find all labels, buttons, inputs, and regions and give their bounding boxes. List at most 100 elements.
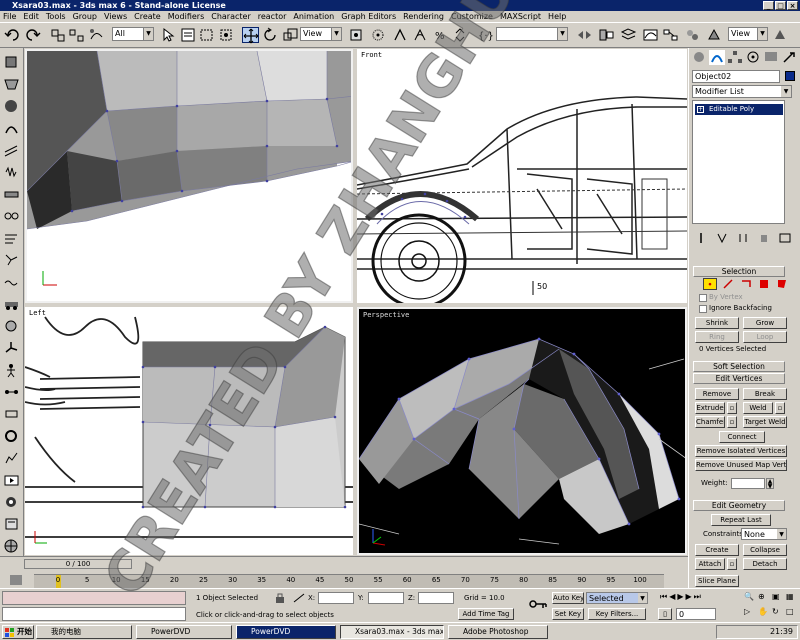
polygon-mode-icon[interactable] xyxy=(757,278,771,290)
percent-snap-icon[interactable]: % xyxy=(432,27,449,43)
weight-spinner[interactable]: ▲ ▼ xyxy=(766,478,774,490)
taskbar-item-3ds-max[interactable]: Xsara03.max - 3ds max ... xyxy=(340,625,444,639)
weld-settings-icon[interactable]: ▫ xyxy=(775,402,785,414)
zoom-all-icon[interactable]: ⊕ xyxy=(758,592,770,605)
key-mode-dropdown[interactable]: Selected ▼ xyxy=(586,592,648,604)
select-and-manipulate-icon[interactable] xyxy=(370,27,387,43)
reactor-prismatic-icon[interactable] xyxy=(3,406,20,422)
field-of-view-icon[interactable]: ▷ xyxy=(744,607,756,620)
taskbar-item-powerdvd-2[interactable]: PowerDVD xyxy=(236,625,336,639)
select-object-icon[interactable] xyxy=(160,27,177,43)
by-vertex-checkbox[interactable] xyxy=(699,294,707,302)
show-end-result-icon[interactable] xyxy=(716,232,728,244)
next-frame-icon[interactable]: ▶ xyxy=(686,592,692,604)
reactor-motor-icon[interactable] xyxy=(3,318,20,334)
reactor-world-icon[interactable] xyxy=(3,538,20,554)
motion-tab-icon[interactable] xyxy=(745,50,761,65)
front-viewport[interactable]: 50 Front xyxy=(357,49,687,303)
pan-icon[interactable]: ✋ xyxy=(758,607,770,620)
connect-button[interactable]: Connect xyxy=(719,431,765,443)
menu-tools[interactable]: Tools xyxy=(46,12,66,21)
unlink-icon[interactable] xyxy=(68,27,85,43)
hierarchy-tab-icon[interactable] xyxy=(727,50,743,65)
zoom-extents-icon[interactable]: ▣ xyxy=(772,592,784,605)
time-slider[interactable]: 0 / 100 xyxy=(24,559,132,569)
modify-tab-icon[interactable] xyxy=(709,50,725,65)
menu-customize[interactable]: Customize xyxy=(451,12,493,21)
selection-rollout-header[interactable]: Selection xyxy=(693,266,785,277)
reactor-preview-icon[interactable] xyxy=(3,472,20,488)
attach-button[interactable]: Attach xyxy=(695,558,725,570)
target-weld-button[interactable]: Target Weld xyxy=(743,416,787,428)
reactor-fracture-icon[interactable] xyxy=(3,252,20,268)
menu-create[interactable]: Create xyxy=(134,12,161,21)
utilities-tab-icon[interactable] xyxy=(781,50,797,65)
constraints-dropdown[interactable]: None ▼ xyxy=(741,528,787,540)
viewport-label[interactable]: Front xyxy=(361,51,382,59)
modifier-list-dropdown[interactable]: Modifier List ▼ xyxy=(692,85,792,98)
auto-key-button[interactable]: Auto Key xyxy=(552,592,584,604)
reference-coordinate-dropdown[interactable]: View ▼ xyxy=(300,27,342,41)
rectangular-selection-icon[interactable] xyxy=(198,27,215,43)
ring-button[interactable]: Ring xyxy=(695,331,739,343)
menu-views[interactable]: Views xyxy=(104,12,127,21)
current-frame-field[interactable]: 0 xyxy=(676,608,716,620)
reactor-water-icon[interactable] xyxy=(3,274,20,290)
menu-modifiers[interactable]: Modifiers xyxy=(168,12,205,21)
go-to-start-icon[interactable]: ⏮ xyxy=(660,592,667,604)
bind-space-warp-icon[interactable] xyxy=(88,27,105,43)
align-icon[interactable] xyxy=(598,27,615,43)
layer-manager-icon[interactable] xyxy=(620,27,637,43)
x-coordinate-field[interactable] xyxy=(318,592,354,604)
named-selection-dropdown[interactable]: ▼ xyxy=(496,27,568,41)
redo-icon[interactable] xyxy=(24,27,41,43)
repeat-last-button[interactable]: Repeat Last xyxy=(711,514,771,526)
reactor-softbody-icon[interactable] xyxy=(3,98,20,114)
perspective-viewport[interactable]: Perspective xyxy=(357,307,687,555)
start-button[interactable]: 开始 xyxy=(2,625,34,639)
key-filters-button[interactable]: Key Filters... xyxy=(588,608,646,620)
render-scene-icon[interactable] xyxy=(706,27,723,43)
select-and-move-icon[interactable] xyxy=(242,27,259,44)
grow-button[interactable]: Grow xyxy=(743,317,787,329)
loop-button[interactable]: Loop xyxy=(743,331,787,343)
reactor-properties-icon[interactable] xyxy=(3,516,20,532)
collapse-button[interactable]: Collapse xyxy=(743,544,787,556)
menu-animation[interactable]: Animation xyxy=(293,12,334,21)
named-selection-sets-icon[interactable]: {·} xyxy=(476,27,494,43)
reactor-fan-icon[interactable] xyxy=(3,340,20,356)
add-time-tag-button[interactable]: Add Time Tag xyxy=(458,608,514,620)
menu-rendering[interactable]: Rendering xyxy=(403,12,444,21)
reactor-create-animation-icon[interactable] xyxy=(3,494,20,510)
go-to-end-icon[interactable]: ⏭ xyxy=(694,592,701,604)
chamfer-button[interactable]: Chamfer xyxy=(695,416,725,428)
stack-item-editable-poly[interactable]: + Editable Poly xyxy=(695,104,783,115)
play-icon[interactable]: ▶ xyxy=(677,592,683,604)
menu-reactor[interactable]: reactor xyxy=(258,12,287,21)
reactor-spring-icon[interactable] xyxy=(3,164,20,180)
shrink-button[interactable]: Shrink xyxy=(695,317,739,329)
reactor-car-wheel-icon[interactable] xyxy=(3,428,20,444)
z-coordinate-field[interactable] xyxy=(418,592,454,604)
maxscript-listener-mini[interactable] xyxy=(2,591,186,605)
menu-edit[interactable]: Edit xyxy=(23,12,39,21)
undo-icon[interactable] xyxy=(4,27,21,43)
edit-vertices-rollout-header[interactable]: Edit Vertices xyxy=(693,373,785,384)
object-name-field[interactable]: Object02 xyxy=(692,70,780,83)
reactor-plane-icon[interactable] xyxy=(3,142,20,158)
expand-icon[interactable]: + xyxy=(697,106,704,113)
y-coordinate-field[interactable] xyxy=(368,592,404,604)
attach-list-icon[interactable]: ▫ xyxy=(727,558,737,570)
quick-render-icon[interactable] xyxy=(772,27,789,43)
select-and-rotate-icon[interactable] xyxy=(262,27,279,43)
mirror-icon[interactable] xyxy=(576,27,593,43)
spinner-snap-icon[interactable] xyxy=(452,27,469,43)
selection-filter-dropdown[interactable]: All ▼ xyxy=(112,27,154,41)
reactor-ragdoll-icon[interactable] xyxy=(3,362,20,378)
select-and-link-icon[interactable] xyxy=(50,27,67,43)
menu-help[interactable]: Help xyxy=(548,12,566,21)
render-type-dropdown[interactable]: View ▼ xyxy=(728,27,768,41)
remove-isolated-vertices-button[interactable]: Remove Isolated Vertices xyxy=(695,445,787,457)
remove-unused-map-verts-button[interactable]: Remove Unused Map Verts xyxy=(695,459,787,471)
taskbar-item-powerdvd[interactable]: PowerDVD xyxy=(136,625,232,639)
